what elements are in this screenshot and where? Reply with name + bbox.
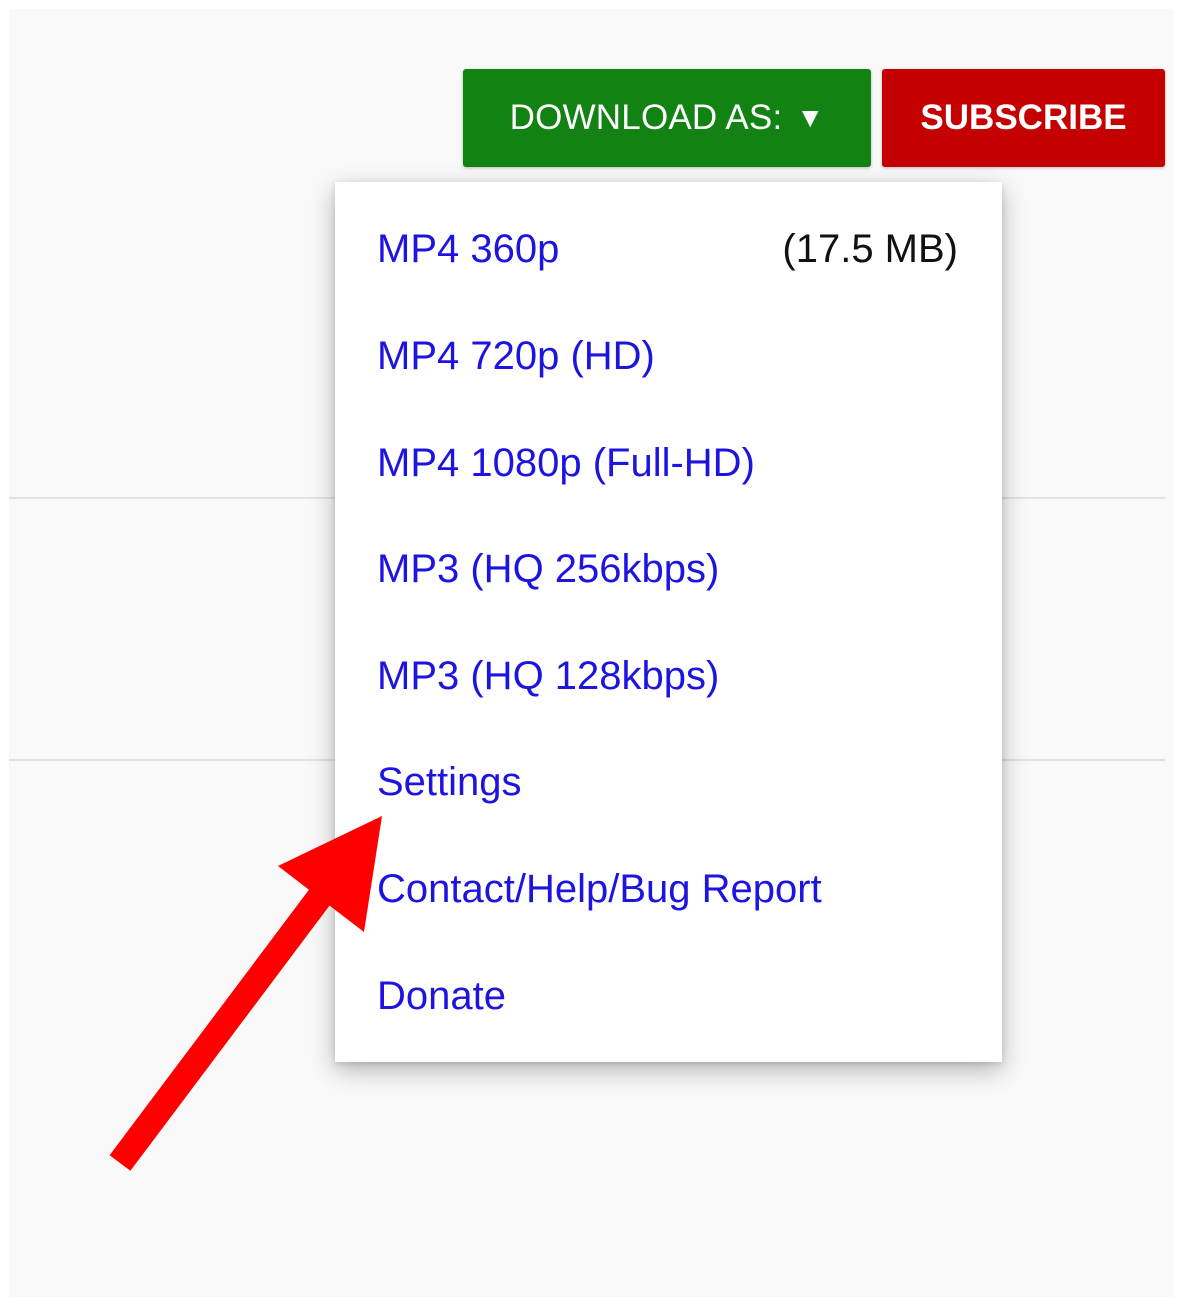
menu-item-label: MP4 360p [377,226,560,271]
subscribe-button[interactable]: SUBSCRIBE [882,69,1165,167]
file-size-label: (17.5 MB) [782,226,958,271]
menu-item-mp4-360p[interactable]: MP4 360p (17.5 MB) [377,219,958,279]
menu-item-mp3-128[interactable]: MP3 (HQ 128kbps) [377,646,958,706]
menu-item-mp4-720p[interactable]: MP4 720p (HD) [377,326,958,386]
menu-item-mp4-1080p[interactable]: MP4 1080p (Full-HD) [377,433,958,493]
download-dropdown-menu: MP4 360p (17.5 MB) MP4 720p (HD) MP4 108… [335,182,1002,1062]
download-as-label: DOWNLOAD AS: [509,98,783,137]
menu-item-label: MP3 (HQ 128kbps) [377,653,720,698]
menu-item-label: Donate [377,973,506,1018]
menu-item-label: MP3 (HQ 256kbps) [377,546,720,591]
subscribe-label: SUBSCRIBE [920,98,1127,137]
menu-item-mp3-256[interactable]: MP3 (HQ 256kbps) [377,539,958,599]
menu-item-label: MP4 1080p (Full-HD) [377,440,755,485]
menu-item-donate[interactable]: Donate [377,966,958,1026]
caret-down-icon: ▼ [796,102,825,133]
menu-item-label: MP4 720p (HD) [377,333,655,378]
menu-item-settings[interactable]: Settings [377,752,958,812]
menu-item-label: Contact/Help/Bug Report [377,866,822,911]
menu-item-contact-help[interactable]: Contact/Help/Bug Report [377,859,958,919]
menu-item-label: Settings [377,759,522,804]
download-as-button[interactable]: DOWNLOAD AS: ▼ [463,69,871,167]
